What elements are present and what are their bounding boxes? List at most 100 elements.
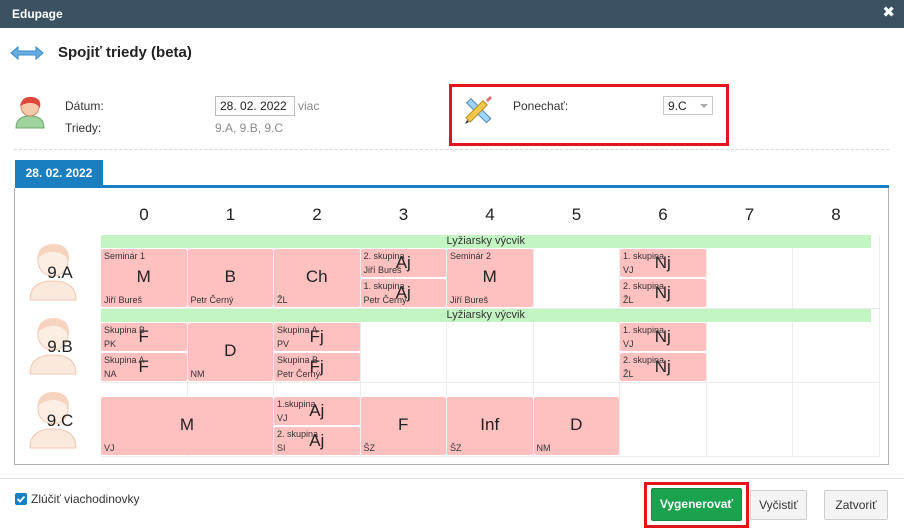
merge-checkbox[interactable] [15, 493, 27, 505]
lesson-group: 2. skupina [623, 281, 665, 291]
tab-date[interactable]: 28. 02. 2022 [15, 160, 103, 186]
lesson-teacher: VJ [623, 265, 634, 275]
lesson-teacher: Petr Černý [190, 295, 234, 305]
lesson-teacher: VJ [104, 443, 115, 453]
close-icon[interactable]: ✖ [882, 5, 895, 21]
lesson-teacher: Jiří Bureš [104, 295, 143, 305]
lesson-card[interactable]: Inf ŠZ [447, 397, 533, 455]
event-banner[interactable]: Lyžiarsky výcvik [101, 235, 871, 248]
dialog-title: Spojiť triedy (beta) [58, 44, 192, 61]
more-link[interactable]: viac [298, 99, 319, 113]
lesson-subject: D [224, 341, 237, 360]
lesson-teacher: Petr Černý [363, 295, 407, 305]
column-header-7: 7 [744, 205, 755, 224]
divider [14, 149, 889, 150]
checkmark-icon [16, 495, 26, 503]
lesson-group: 2. skupina [363, 251, 405, 261]
lesson-card[interactable]: F Skupina B PK [101, 323, 187, 351]
column-header-0: 0 [139, 205, 149, 224]
window-titlebar: Edupage ✖ [0, 0, 904, 28]
chevron-down-icon [700, 104, 708, 108]
lesson-card[interactable]: Fj Skupina A PV [274, 323, 360, 351]
lesson-subject: F [398, 415, 409, 434]
lesson-card[interactable]: Aj 1.skupina VJ [274, 397, 360, 425]
window-title: Edupage [12, 7, 63, 21]
lesson-group: 2. skupina [623, 355, 665, 365]
lesson-card[interactable]: B Petr Černý [187, 249, 273, 307]
lesson-teacher: ŽL [623, 295, 634, 305]
lesson-card[interactable]: Nj 1. skupina VJ [620, 249, 706, 277]
lesson-card[interactable]: D NM [533, 397, 619, 455]
date-label: Dátum: [65, 99, 104, 113]
column-header-3: 3 [398, 205, 409, 224]
classes-value: 9.A, 9.B, 9.C [215, 121, 284, 135]
lesson-card[interactable]: Aj 1. skupina Petr Černý [360, 279, 446, 307]
column-header-5: 5 [571, 205, 582, 224]
lesson-teacher: VJ [623, 339, 634, 349]
lesson-teacher: NA [104, 369, 117, 379]
lesson-teacher: NM [190, 369, 205, 379]
lesson-teacher: NM [536, 443, 551, 453]
lesson-teacher: PV [277, 339, 290, 349]
class-label-9-C: 9.C [46, 411, 74, 430]
close-button[interactable]: Zatvoriť [824, 490, 888, 520]
lesson-teacher: ŠZ [363, 443, 376, 453]
lesson-card[interactable]: Nj 2. skupina ŽL [620, 353, 706, 381]
lesson-group: 2. skupina [277, 429, 319, 439]
lesson-card[interactable]: Nj 1. skupina VJ [620, 323, 706, 351]
lesson-card[interactable]: M VJ [101, 397, 273, 455]
lesson-teacher: VJ [277, 413, 288, 423]
lesson-card[interactable]: Nj 2. skupina ŽL [620, 279, 706, 307]
keep-select[interactable]: 9.C [663, 96, 713, 115]
footer-divider [0, 478, 904, 479]
merge-checkbox-label[interactable]: Zlúčiť viachodinovky [31, 492, 140, 506]
lesson-card[interactable]: Fj Skupina B Petr Černý [274, 353, 360, 381]
lesson-group: Seminár 2 [450, 251, 492, 261]
lesson-subject: Inf [480, 415, 500, 434]
timetable-cell[interactable] [620, 383, 707, 457]
column-header-2: 2 [312, 205, 322, 224]
lesson-card[interactable]: F ŠZ [360, 397, 446, 455]
lesson-teacher: Jiří Bureš [363, 265, 402, 275]
lesson-group: Skupina A [104, 355, 145, 365]
lesson-teacher: ŽL [277, 295, 288, 305]
pencil-ruler-icon [465, 96, 492, 124]
lesson-teacher: Jiří Bureš [450, 295, 489, 305]
column-header-8: 8 [831, 205, 841, 224]
lesson-card[interactable]: M Seminár 1 Jiří Bureš [101, 249, 187, 307]
lesson-group: Skupina B [277, 355, 319, 365]
lesson-teacher: Petr Černý [277, 369, 321, 379]
lesson-subject: M [482, 267, 497, 286]
lesson-card[interactable]: M Seminár 2 Jiří Bureš [447, 249, 533, 307]
lesson-teacher: SI [277, 443, 286, 453]
keep-select-value: 9.C [668, 99, 687, 113]
lesson-card[interactable]: Aj 2. skupina SI [274, 427, 360, 455]
lesson-teacher: ŠZ [450, 443, 462, 453]
lesson-card[interactable]: Ch ŽL [274, 249, 360, 307]
lesson-card[interactable]: F Skupina A NA [101, 353, 187, 381]
date-input[interactable] [215, 96, 295, 116]
generate-button[interactable]: Vygenerovať [651, 488, 742, 521]
classes-label: Triedy: [65, 121, 102, 135]
lesson-teacher: ŽL [623, 369, 634, 379]
timetable-cell[interactable] [793, 383, 880, 457]
lesson-group: 1. skupina [623, 251, 665, 261]
lesson-card[interactable]: Aj 2. skupina Jiří Bureš [360, 249, 446, 277]
class-label-9-B: 9.B [47, 337, 73, 356]
keep-label: Ponechať: [513, 99, 569, 113]
event-banner[interactable]: Lyžiarsky výcvik [101, 309, 871, 322]
lesson-subject: Ch [305, 267, 328, 286]
column-header-1: 1 [225, 205, 236, 224]
clear-button[interactable]: Vyčistiť [750, 490, 807, 520]
column-header-4: 4 [485, 205, 495, 224]
class-label-9-A: 9.A [47, 263, 73, 282]
column-header-6: 6 [658, 205, 668, 224]
lesson-subject: D [570, 415, 583, 434]
lesson-card[interactable]: D NM [187, 323, 273, 381]
lesson-teacher: PK [104, 339, 117, 349]
timetable-cell[interactable] [706, 383, 793, 457]
lesson-group: Seminár 1 [104, 251, 146, 261]
lesson-group: 1.skupina [277, 399, 316, 409]
lesson-subject: M [179, 415, 195, 434]
lesson-group: Skupina A [277, 325, 318, 335]
